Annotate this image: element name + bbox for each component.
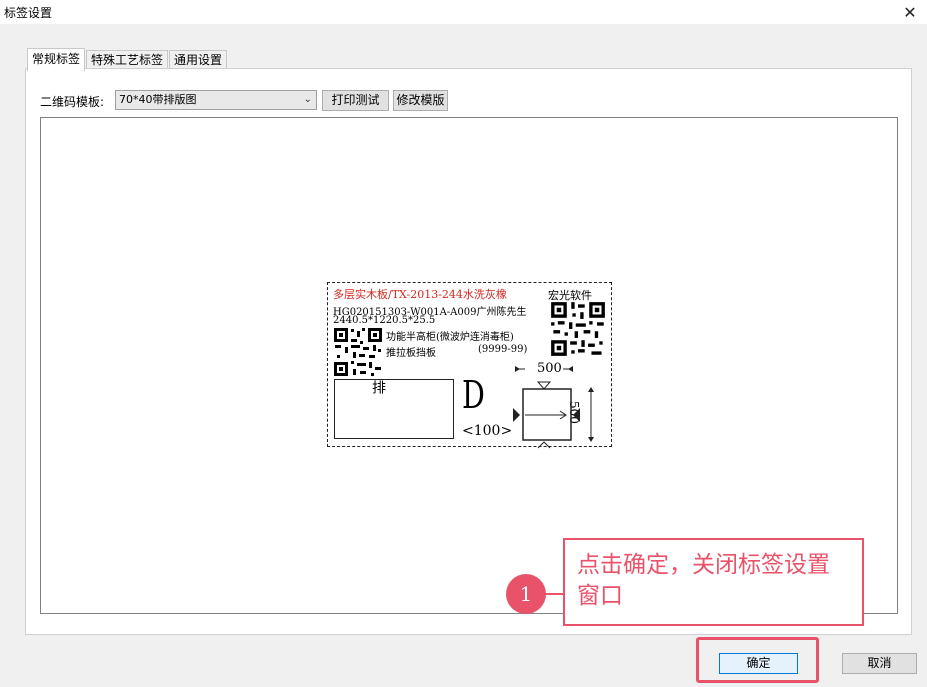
panel-outline <box>334 379 454 439</box>
edge-letter: D <box>462 373 485 417</box>
qr-code-right <box>550 301 606 357</box>
print-test-button[interactable]: 打印测试 <box>322 90 389 111</box>
label-part-name: 推拉板挡板 <box>386 348 436 359</box>
layout-mark: 排 <box>370 380 386 394</box>
label-part-line: 功能半高柜(微波炉连消毒柜) <box>386 332 514 343</box>
window-title: 标签设置 <box>4 6 53 20</box>
title-bar: 标签设置 ✕ <box>0 0 927 24</box>
label-size-line: 2440.5*1220.5*25.5 <box>333 315 436 326</box>
callout-box: 点击确定，关闭标签设置窗口 <box>563 538 864 626</box>
close-icon[interactable]: ✕ <box>893 0 927 24</box>
ok-button[interactable]: 确定 <box>719 653 798 674</box>
template-select[interactable]: 70*40带排版图 ⌄ <box>115 90 317 110</box>
callout-connector <box>546 593 563 595</box>
label-code: (9999-99) <box>478 344 528 355</box>
cancel-button[interactable]: 取消 <box>842 653 917 674</box>
template-select-value: 70*40带排版图 <box>119 93 197 106</box>
edit-template-button[interactable]: 修改模版 <box>393 90 448 111</box>
step-number-badge: 1 <box>506 574 546 614</box>
qr-code-left <box>333 327 383 377</box>
chevron-down-icon: ⌄ <box>303 94 312 105</box>
tab-strip: 常规标签 特殊工艺标签 通用设置 <box>27 48 228 71</box>
label-card: 多层实木板/TX-2013-244水洗灰橡 宏光软件 HG02015130З-W… <box>327 282 612 449</box>
panel-dimension-diagram <box>513 366 594 449</box>
tab-general-label[interactable]: 常规标签 <box>27 48 86 71</box>
label-title-line: 多层实木板/TX-2013-244水洗灰橡 <box>333 288 507 301</box>
template-label: 二维码模板: <box>40 95 105 109</box>
edge-value: <100> <box>462 423 513 439</box>
